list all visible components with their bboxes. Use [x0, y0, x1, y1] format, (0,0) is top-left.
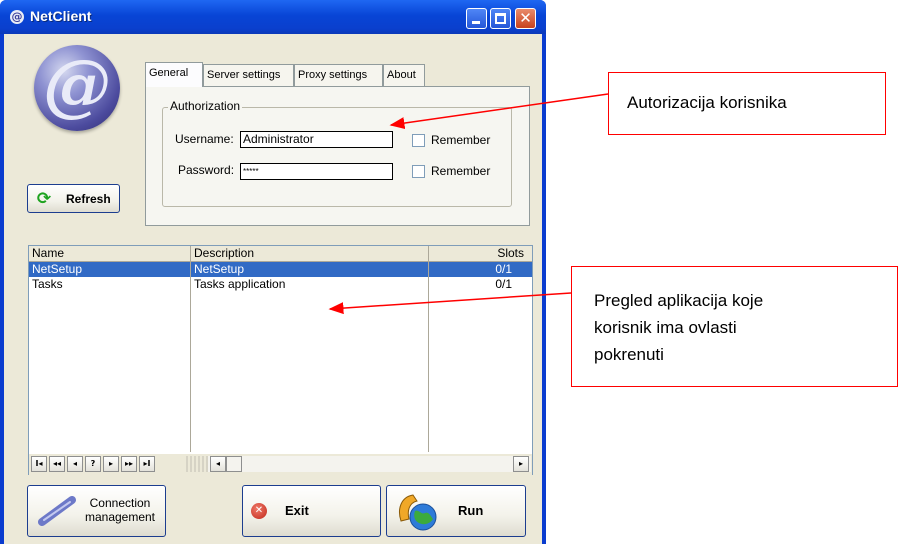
- tab-general[interactable]: General: [145, 62, 203, 87]
- annotation-arrows: [328, 93, 609, 315]
- arrow-to-applications: [328, 292, 572, 315]
- arrow-to-authorization: [389, 93, 609, 130]
